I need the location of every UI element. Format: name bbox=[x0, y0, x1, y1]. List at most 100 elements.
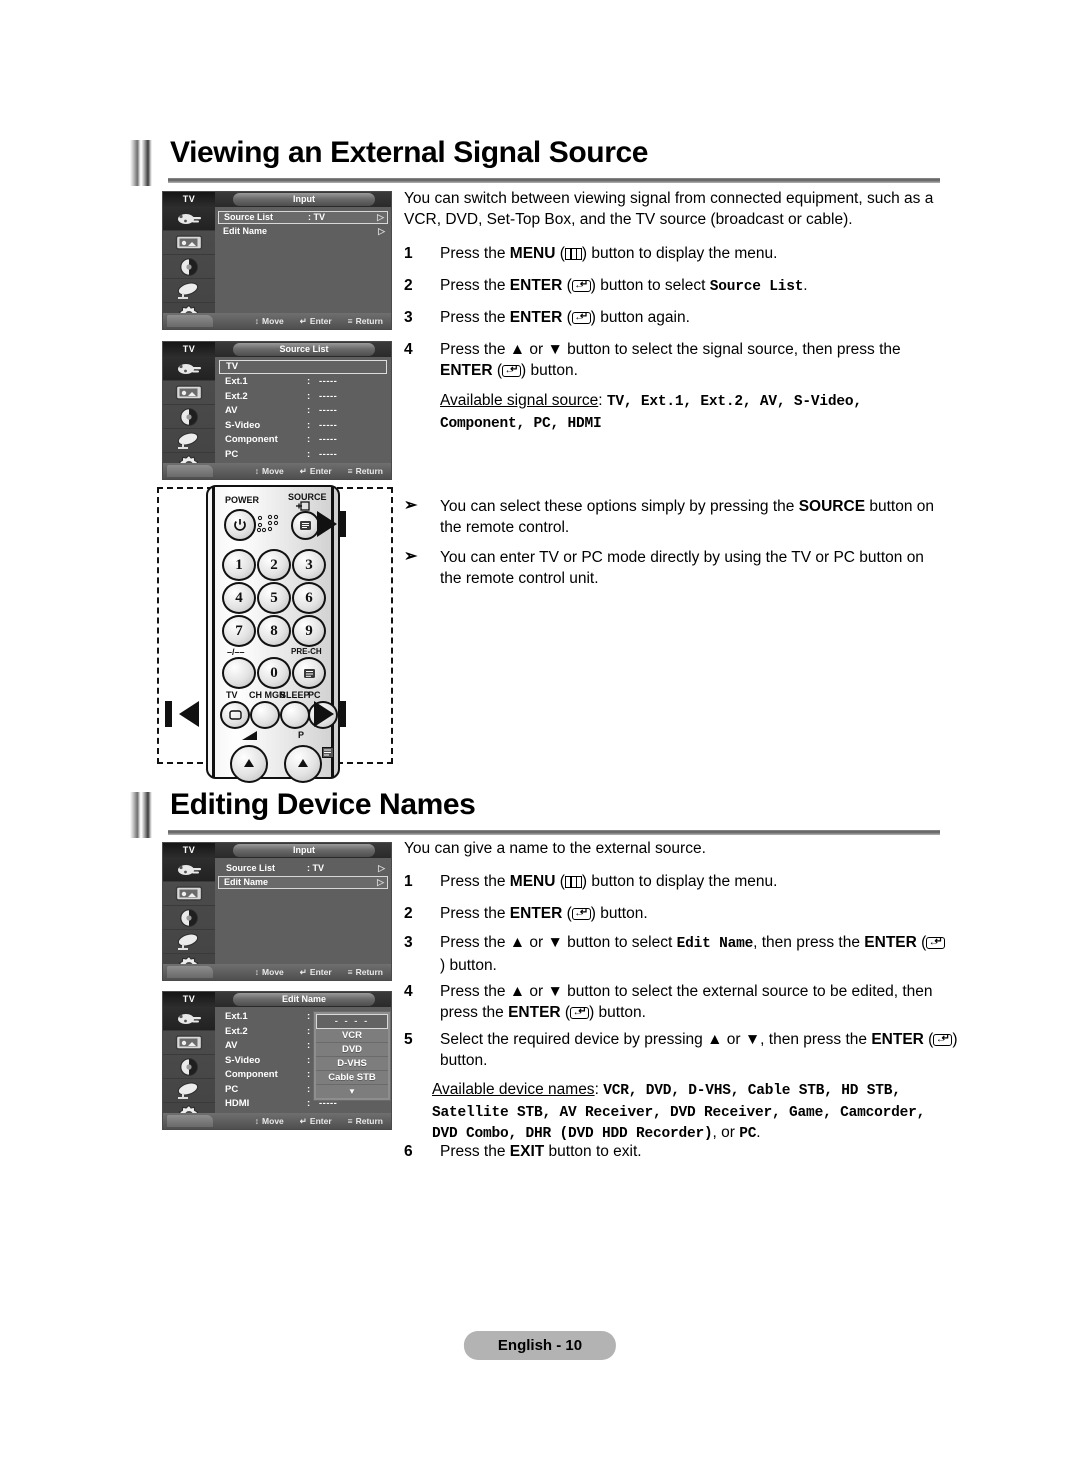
osd-source-list-menu[interactable]: TV Source List TV Ext.1: ----- Ext.2: … bbox=[162, 341, 392, 480]
menu-row-edit-name[interactable]: Edit Name ▷ bbox=[218, 876, 388, 889]
enter-key-icon: ↵ bbox=[299, 1115, 307, 1126]
key-2-button[interactable]: 2 bbox=[257, 549, 291, 581]
heading-accent-bar bbox=[130, 140, 152, 186]
key-0-button[interactable]: 0 bbox=[257, 657, 291, 689]
available-signal-source: Available signal source: TV, Ext.1, Ext.… bbox=[440, 392, 862, 432]
step-1-1: 1 Press the MENU () button to display th… bbox=[404, 245, 778, 262]
source-keyword: SOURCE bbox=[798, 498, 866, 515]
enter-icon: ← ↵ bbox=[502, 365, 522, 377]
step-1-3: 3 Press the ENTER (← ↵) button again. bbox=[404, 309, 690, 326]
picture-icon[interactable] bbox=[163, 1031, 215, 1055]
volume-down-button[interactable] bbox=[230, 745, 268, 783]
item-label: Ext.2 bbox=[225, 1025, 248, 1037]
source-item-ext1[interactable]: Ext.1 : ----- bbox=[215, 375, 391, 390]
item-label: S-Video bbox=[225, 419, 261, 431]
section-heading-editing: Editing Device Names bbox=[130, 788, 940, 838]
menu-row-source-list[interactable]: Source List : TV ▷ bbox=[215, 862, 391, 875]
pc-button-label: PC bbox=[308, 690, 321, 700]
osd-sidebar[interactable] bbox=[163, 357, 215, 479]
dropdown-option-vcr[interactable]: VCR bbox=[316, 1029, 388, 1043]
source-item-pc[interactable]: PC : ----- bbox=[215, 448, 391, 463]
enter-key-icon: ↵ bbox=[299, 966, 307, 977]
tv-button[interactable] bbox=[220, 701, 250, 729]
osd-sidebar[interactable] bbox=[163, 858, 215, 980]
sound-icon[interactable] bbox=[163, 405, 215, 429]
pointer-bar-pc bbox=[339, 701, 346, 727]
dropdown-option-dvd[interactable]: DVD bbox=[316, 1043, 388, 1057]
picture-icon[interactable] bbox=[163, 882, 215, 906]
input-icon[interactable] bbox=[163, 357, 215, 381]
prech-button[interactable] bbox=[292, 657, 326, 689]
step-number: 1 bbox=[404, 245, 413, 262]
hint-enter: ↵ Enter bbox=[299, 315, 332, 327]
channel-up-button[interactable] bbox=[284, 745, 322, 783]
item-value: ----- bbox=[319, 405, 338, 416]
key-1-button[interactable]: 1 bbox=[222, 549, 256, 581]
osd-mode-label: TV bbox=[163, 192, 215, 207]
item-label: TV bbox=[226, 361, 239, 372]
enter-icon: ← ↵ bbox=[570, 1007, 590, 1019]
step-2-1: 1 Press the MENU () button to display th… bbox=[404, 873, 778, 890]
sound-icon[interactable] bbox=[163, 1055, 215, 1079]
key-9-button[interactable]: 9 bbox=[292, 615, 326, 647]
available-label: Available device names bbox=[432, 1081, 595, 1098]
key-4-button[interactable]: 4 bbox=[222, 582, 256, 614]
input-icon[interactable] bbox=[163, 1007, 215, 1031]
osd-mode-label: TV bbox=[163, 342, 215, 357]
source-item-av[interactable]: AV : ----- bbox=[215, 404, 391, 419]
menu-key-icon: ≡ bbox=[347, 967, 353, 977]
item-label: S-Video bbox=[225, 1054, 261, 1066]
key-3-button[interactable]: 3 bbox=[292, 549, 326, 581]
power-label: POWER bbox=[225, 495, 260, 505]
key-8-button[interactable]: 8 bbox=[257, 615, 291, 647]
osd-title: Source List bbox=[233, 343, 375, 356]
source-button[interactable] bbox=[291, 511, 320, 540]
dropdown-option-dvhs[interactable]: D-VHS bbox=[316, 1057, 388, 1071]
key-7-button[interactable]: 7 bbox=[222, 615, 256, 647]
step-number: 6 bbox=[404, 1143, 413, 1160]
hint-move: ↕ Move bbox=[254, 466, 284, 476]
source-item-ext2[interactable]: Ext.2 : ----- bbox=[215, 390, 391, 405]
sleep-button[interactable] bbox=[280, 701, 310, 729]
picture-icon[interactable] bbox=[163, 231, 215, 255]
ch-mgr-button[interactable] bbox=[250, 701, 280, 729]
picture-icon[interactable] bbox=[163, 381, 215, 405]
row-label: Source List bbox=[224, 212, 274, 222]
chevron-down-icon[interactable]: ▼ bbox=[316, 1085, 388, 1098]
power-button[interactable] bbox=[224, 509, 256, 541]
osd-sidebar[interactable] bbox=[163, 207, 215, 329]
menu-row-source-list[interactable]: Source List : TV ▷ bbox=[218, 211, 388, 224]
channel-icon[interactable] bbox=[163, 930, 215, 954]
input-icon[interactable] bbox=[163, 858, 215, 882]
mute-icon bbox=[322, 747, 334, 758]
page-title-editing: Editing Device Names bbox=[170, 788, 476, 821]
chevron-right-icon: ▷ bbox=[377, 877, 384, 887]
remote-left-edge bbox=[212, 487, 215, 777]
dropdown-option-cable-stb[interactable]: Cable STB bbox=[316, 1071, 388, 1085]
up-down-icon: ↕ bbox=[254, 466, 260, 476]
osd-title: Input bbox=[233, 193, 375, 206]
osd-input-menu-2[interactable]: TV Input Source List: TV ▷ Edit Name ▷ … bbox=[162, 842, 392, 981]
osd-edit-name-menu[interactable]: TV Edit Name Ext.1: Ext.2: AV: S-Vide… bbox=[162, 991, 392, 1130]
source-item-svideo[interactable]: S-Video : ----- bbox=[215, 419, 391, 434]
source-item-component[interactable]: Component : ----- bbox=[215, 433, 391, 448]
dropdown-option-blank[interactable]: - - - - bbox=[316, 1014, 388, 1029]
osd-sidebar[interactable] bbox=[163, 1007, 215, 1129]
key-5-button[interactable]: 5 bbox=[257, 582, 291, 614]
item-label: AV bbox=[225, 1040, 238, 1051]
channel-icon[interactable] bbox=[163, 279, 215, 303]
channel-icon[interactable] bbox=[163, 429, 215, 453]
dash-dash-button[interactable] bbox=[222, 657, 256, 689]
channel-icon[interactable] bbox=[163, 1079, 215, 1103]
osd-input-menu[interactable]: TV Input Source List: TV ▷ Edit Name ▷ … bbox=[162, 191, 392, 330]
menu-row-edit-name[interactable]: Edit Name ▷ bbox=[215, 225, 391, 238]
input-icon[interactable] bbox=[163, 207, 215, 231]
device-name-dropdown[interactable]: - - - - VCR DVD D-VHS Cable STB ▼ bbox=[313, 1011, 391, 1101]
sound-icon[interactable] bbox=[163, 255, 215, 279]
enter-keyword: ENTER bbox=[509, 277, 563, 294]
sound-icon[interactable] bbox=[163, 906, 215, 930]
item-label: Ext.2 bbox=[225, 390, 248, 402]
source-item-tv[interactable]: TV bbox=[219, 360, 387, 374]
key-6-button[interactable]: 6 bbox=[292, 582, 326, 614]
item-value: ----- bbox=[319, 434, 338, 445]
